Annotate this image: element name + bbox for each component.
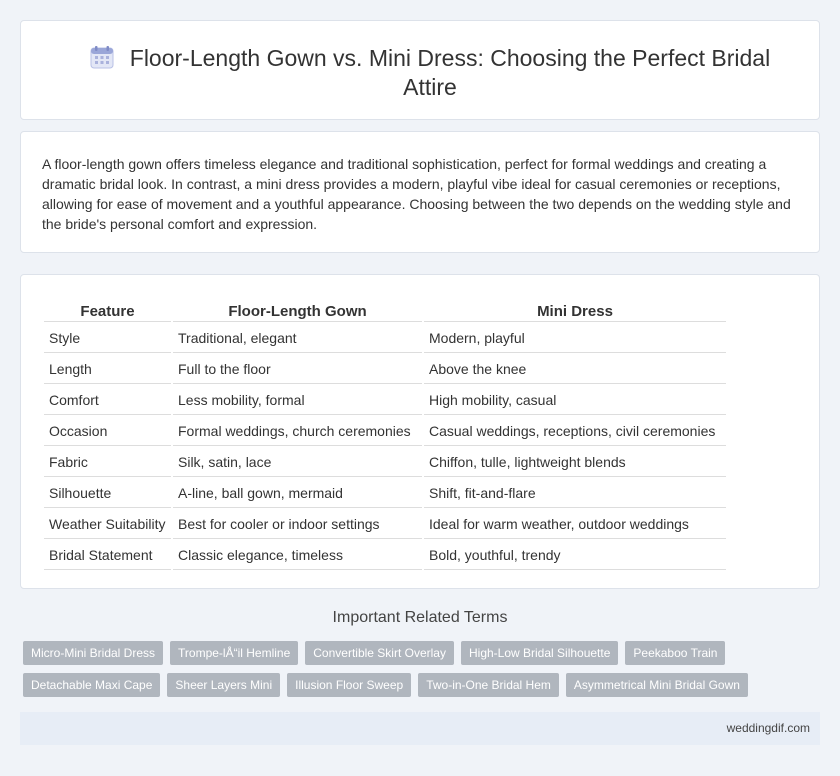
feature-cell: Bridal Statement bbox=[44, 541, 171, 570]
mini-cell: Casual weddings, receptions, civil cerem… bbox=[424, 417, 726, 446]
feature-cell: Occasion bbox=[44, 417, 171, 446]
mini-cell: Above the knee bbox=[424, 355, 726, 384]
mini-cell: Modern, playful bbox=[424, 324, 726, 353]
related-term-tag[interactable]: Trompe-lÅ“il Hemline bbox=[170, 641, 299, 665]
table-row: Occasion Formal weddings, church ceremon… bbox=[44, 417, 726, 446]
tag-row-2: Detachable Maxi Cape Sheer Layers Mini I… bbox=[23, 673, 823, 697]
feature-cell: Fabric bbox=[44, 448, 171, 477]
comparison-table: Feature Floor-Length Gown Mini Dress Sty… bbox=[42, 297, 728, 572]
related-term-tag[interactable]: Convertible Skirt Overlay bbox=[305, 641, 454, 665]
feature-cell: Length bbox=[44, 355, 171, 384]
table-row: Silhouette A-line, ball gown, mermaid Sh… bbox=[44, 479, 726, 508]
related-term-tag[interactable]: Micro-Mini Bridal Dress bbox=[23, 641, 164, 665]
mini-cell: Ideal for warm weather, outdoor weddings bbox=[424, 510, 726, 539]
related-term-tag[interactable]: Peekaboo Train bbox=[625, 641, 726, 665]
gown-cell: A-line, ball gown, mermaid bbox=[173, 479, 422, 508]
intro-paragraph: A floor-length gown offers timeless eleg… bbox=[42, 156, 791, 232]
mini-cell: Shift, fit-and-flare bbox=[424, 479, 726, 508]
calendar-icon bbox=[90, 46, 114, 69]
table-row: Weather Suitability Best for cooler or i… bbox=[44, 510, 726, 539]
mini-cell: High mobility, casual bbox=[424, 386, 726, 415]
gown-cell: Classic elegance, timeless bbox=[173, 541, 422, 570]
header-floor-length-gown: Floor-Length Gown bbox=[173, 299, 422, 322]
gown-cell: Traditional, elegant bbox=[173, 324, 422, 353]
related-terms-heading: Important Related Terms bbox=[332, 609, 508, 626]
feature-cell: Weather Suitability bbox=[44, 510, 171, 539]
feature-cell: Silhouette bbox=[44, 479, 171, 508]
gown-cell: Full to the floor bbox=[173, 355, 422, 384]
related-term-tag[interactable]: Illusion Floor Sweep bbox=[287, 673, 412, 697]
feature-cell: Style bbox=[44, 324, 171, 353]
gown-cell: Best for cooler or indoor settings bbox=[173, 510, 422, 539]
related-term-tag[interactable]: Detachable Maxi Cape bbox=[23, 673, 161, 697]
table-row: Length Full to the floor Above the knee bbox=[44, 355, 726, 384]
comparison-card: Feature Floor-Length Gown Mini Dress Sty… bbox=[20, 274, 820, 589]
footer-site-link[interactable]: weddingdif.com bbox=[727, 721, 810, 735]
related-term-tag[interactable]: High-Low Bridal Silhouette bbox=[460, 641, 619, 665]
mini-cell: Chiffon, tulle, lightweight blends bbox=[424, 448, 726, 477]
header-mini-dress: Mini Dress bbox=[424, 299, 726, 322]
gown-cell: Less mobility, formal bbox=[173, 386, 422, 415]
related-term-tag[interactable]: Sheer Layers Mini bbox=[167, 673, 281, 697]
page-title: Floor-Length Gown vs. Mini Dress: Choosi… bbox=[61, 44, 799, 102]
table-header-row: Feature Floor-Length Gown Mini Dress bbox=[44, 299, 726, 322]
footer: weddingdif.com bbox=[20, 712, 820, 745]
related-term-tag[interactable]: Two-in-One Bridal Hem bbox=[418, 673, 559, 697]
related-terms-tags: Micro-Mini Bridal Dress Trompe-lÅ“il Hem… bbox=[23, 641, 823, 705]
table-row: Fabric Silk, satin, lace Chiffon, tulle,… bbox=[44, 448, 726, 477]
gown-cell: Silk, satin, lace bbox=[173, 448, 422, 477]
gown-cell: Formal weddings, church ceremonies bbox=[173, 417, 422, 446]
feature-cell: Comfort bbox=[44, 386, 171, 415]
mini-cell: Bold, youthful, trendy bbox=[424, 541, 726, 570]
page-title-text: Floor-Length Gown vs. Mini Dress: Choosi… bbox=[129, 45, 771, 100]
tag-row-1: Micro-Mini Bridal Dress Trompe-lÅ“il Hem… bbox=[23, 641, 823, 665]
table-row: Comfort Less mobility, formal High mobil… bbox=[44, 386, 726, 415]
table-row: Bridal Statement Classic elegance, timel… bbox=[44, 541, 726, 570]
related-term-tag[interactable]: Asymmetrical Mini Bridal Gown bbox=[565, 673, 748, 697]
intro-card: A floor-length gown offers timeless eleg… bbox=[20, 131, 820, 253]
header-feature: Feature bbox=[44, 299, 171, 322]
table-row: Style Traditional, elegant Modern, playf… bbox=[44, 324, 726, 353]
title-card: Floor-Length Gown vs. Mini Dress: Choosi… bbox=[20, 20, 820, 120]
